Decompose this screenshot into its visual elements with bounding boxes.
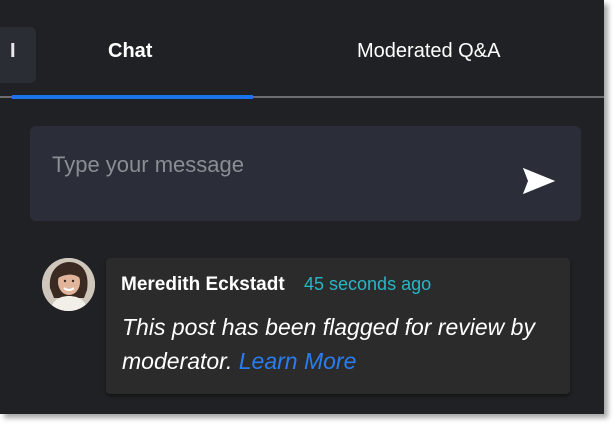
send-button[interactable] xyxy=(521,166,557,196)
tab-partial[interactable]: I xyxy=(0,27,36,83)
active-tab-indicator xyxy=(12,95,253,99)
send-icon xyxy=(523,168,555,194)
message-author: Meredith Eckstadt xyxy=(121,274,285,295)
avatar-photo xyxy=(42,258,95,311)
chat-message: Meredith Eckstadt 45 seconds ago This po… xyxy=(106,258,570,394)
message-text-container: This post has been flagged for review by… xyxy=(122,310,562,378)
tab-chat[interactable]: Chat xyxy=(108,40,152,63)
tab-partial-label: I xyxy=(10,40,16,62)
tab-moderated-qa[interactable]: Moderated Q&A xyxy=(357,40,500,63)
learn-more-link[interactable]: Learn More xyxy=(239,348,357,374)
avatar xyxy=(42,258,95,311)
message-timestamp: 45 seconds ago xyxy=(304,274,432,294)
tab-bar: I Chat Moderated Q&A xyxy=(0,0,604,99)
message-input[interactable] xyxy=(52,150,492,180)
message-composer xyxy=(30,126,581,221)
chat-panel: I Chat Moderated Q&A Meredith xyxy=(0,0,604,414)
